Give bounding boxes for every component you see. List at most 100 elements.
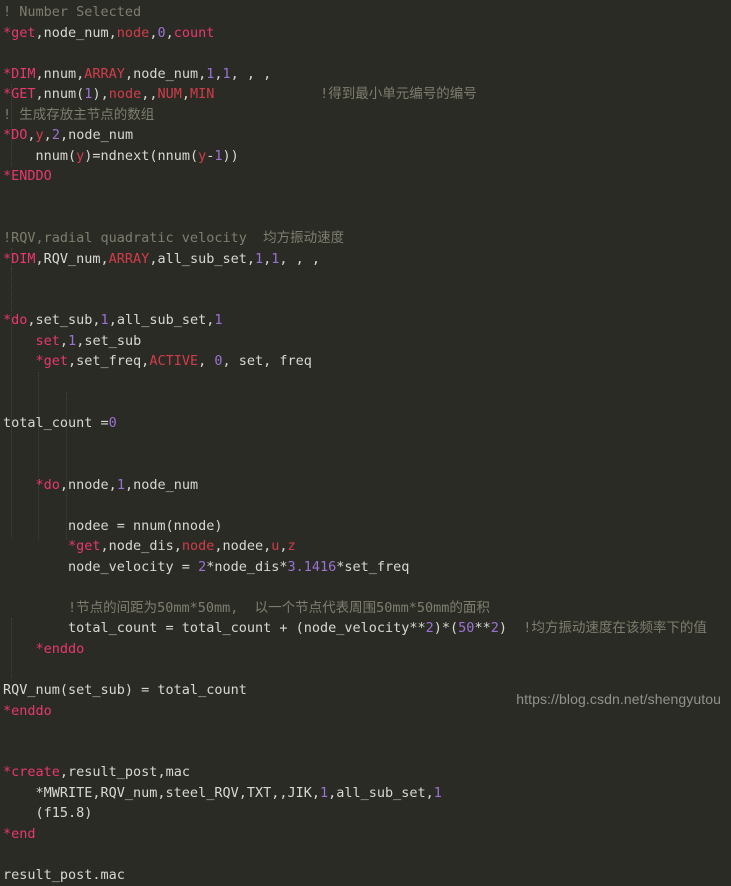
- code-line[interactable]: [3, 577, 731, 598]
- code-token-plain: ,: [214, 65, 223, 82]
- code-token-plain: nnum(: [3, 147, 77, 164]
- code-token-plain: ,node_num: [59, 127, 134, 144]
- code-line[interactable]: [3, 392, 731, 413]
- code-line[interactable]: !RQV,radial quadratic velocity 均方振动速度: [3, 228, 731, 249]
- code-token-cmd: count: [173, 24, 215, 41]
- code-token-cmd: *DO: [3, 127, 28, 144]
- code-token-num: 2: [51, 127, 60, 144]
- code-editor[interactable]: ! Number Selected *get,node_num,node,0,co…: [0, 0, 731, 883]
- code-token-cmd: *DIM: [3, 250, 36, 267]
- code-token-comment: !节点的间距为50mm*50mm, 以一个节点代表周围50mm*50mm的面积: [3, 599, 490, 616]
- code-line[interactable]: [3, 269, 731, 290]
- code-token-comment: ! Number Selected: [3, 4, 142, 20]
- code-token-plain: ,,: [141, 86, 158, 103]
- code-line[interactable]: [3, 372, 731, 393]
- code-token-plain: ,all_sub_set,: [108, 312, 215, 329]
- code-token-num: 1: [100, 312, 109, 329]
- code-line[interactable]: *enddo: [3, 639, 731, 660]
- code-line[interactable]: nnum(y)=ndnext(nnum(y-1)): [3, 146, 731, 167]
- code-line[interactable]: ! 生成存放主节点的数组: [3, 105, 731, 126]
- code-line[interactable]: *get,node_dis,node,nodee,u,z: [3, 536, 731, 557]
- code-line[interactable]: *DIM,nnum,ARRAY,node_num,1,1, , ,: [3, 64, 731, 85]
- code-token-cmd: *ENDDO: [3, 168, 52, 185]
- code-token-comment: !得到最小单元编号的编号: [320, 86, 477, 103]
- code-token-cmd: *end: [3, 825, 36, 842]
- code-line[interactable]: *do,nnode,1,node_num: [3, 475, 731, 496]
- code-line[interactable]: [3, 495, 731, 516]
- code-token-cmd: *do: [3, 312, 28, 329]
- code-token-num: 2: [490, 620, 499, 637]
- code-token-num: 0: [214, 353, 223, 370]
- code-line[interactable]: [3, 290, 731, 311]
- code-line[interactable]: *create,result_post,mac: [3, 762, 731, 783]
- code-line[interactable]: [3, 660, 731, 681]
- code-token-cmd: *GET: [3, 86, 36, 103]
- code-line[interactable]: node_velocity = 2*node_dis*3.1416*set_fr…: [3, 557, 731, 578]
- code-line[interactable]: ! Number Selected: [3, 2, 731, 23]
- code-token-plain: ,set_freq,: [68, 353, 150, 370]
- code-line[interactable]: *get,node_num,node,0,count: [3, 23, 731, 44]
- code-token-plain: )=ndnext(nnum(: [84, 147, 199, 164]
- code-line[interactable]: !节点的间距为50mm*50mm, 以一个节点代表周围50mm*50mm的面积: [3, 598, 731, 619]
- code-token-cmd: set: [3, 332, 60, 349]
- code-line[interactable]: [3, 742, 731, 763]
- code-token-kw: ARRAY: [108, 250, 150, 267]
- code-line[interactable]: *get,set_freq,ACTIVE, 0, set, freq: [3, 351, 731, 372]
- watermark-url: https://blog.csdn.net/shengyutou: [516, 691, 721, 707]
- code-line[interactable]: *DIM,RQV_num,ARRAY,all_sub_set,1,1, , ,: [3, 249, 731, 270]
- code-line[interactable]: *end: [3, 824, 731, 845]
- code-token-num: 1: [116, 476, 125, 493]
- code-token-plain: ,all_sub_set,: [328, 784, 434, 801]
- code-token-kw: NUM: [157, 86, 182, 103]
- code-line[interactable]: (f15.8): [3, 803, 731, 824]
- code-token-plain: **: [474, 620, 491, 637]
- code-token-plain: , set, freq: [222, 353, 312, 370]
- code-line[interactable]: [3, 43, 731, 64]
- code-line[interactable]: [3, 207, 731, 228]
- code-line[interactable]: [3, 844, 731, 865]
- code-token-plain: ,: [59, 332, 69, 349]
- code-line[interactable]: *GET,nnum(1),node,,NUM,MIN !得到最小单元编号的编号: [3, 84, 731, 105]
- code-token-plain: )): [222, 147, 239, 164]
- code-token-cmd: *get: [3, 353, 69, 370]
- code-token-plain: total_count = total_count + (node_veloci…: [3, 620, 426, 637]
- code-token-plain: ,: [43, 127, 52, 144]
- code-token-num: 1: [214, 312, 223, 329]
- code-line[interactable]: total_count = total_count + (node_veloci…: [3, 618, 731, 639]
- code-line[interactable]: total_count =0: [3, 413, 731, 434]
- code-token-comment: ! 生成存放主节点的数组: [3, 106, 155, 123]
- code-token-plain: ,set_sub,: [27, 312, 101, 329]
- code-line[interactable]: [3, 433, 731, 454]
- code-token-cmd: *get: [3, 24, 36, 41]
- code-token-plain: ,nnum(: [35, 86, 85, 103]
- code-token-plain: ,: [198, 353, 215, 370]
- code-line[interactable]: [3, 187, 731, 208]
- code-line[interactable]: [3, 454, 731, 475]
- code-token-plain: *node_dis*: [206, 558, 288, 575]
- code-line[interactable]: *do,set_sub,1,all_sub_set,1: [3, 310, 731, 331]
- code-token-cmd: *do: [3, 476, 60, 493]
- code-token-kw: y: [198, 147, 207, 164]
- code-token-plain: ,node_num,: [124, 65, 207, 82]
- code-content[interactable]: ! Number Selected *get,node_num,node,0,co…: [0, 0, 731, 886]
- code-token-kw: ARRAY: [84, 65, 125, 82]
- code-line[interactable]: *MWRITE,RQV_num,steel_RQV,TXT,,JIK,1,all…: [3, 783, 731, 804]
- code-token-plain: , , ,: [230, 65, 272, 82]
- code-token-num: 1: [254, 250, 264, 267]
- code-token-comment: !RQV,radial quadratic velocity 均方振动速度: [3, 230, 345, 247]
- code-token-comment: !均方振动速度在该频率下的值: [523, 620, 707, 637]
- code-line[interactable]: nodee = nnum(nnode): [3, 516, 731, 537]
- code-token-plain: ,nnum,: [35, 65, 85, 82]
- code-token-plain: ): [498, 620, 524, 637]
- code-line[interactable]: *ENDDO: [3, 166, 731, 187]
- code-line[interactable]: [3, 721, 731, 742]
- code-token-kw: z: [287, 538, 296, 555]
- code-token-plain: ,node_num: [124, 476, 199, 493]
- code-token-plain: ,: [279, 538, 288, 555]
- code-line[interactable]: result_post.mac: [3, 865, 731, 886]
- code-line[interactable]: *DO,y,2,node_num: [3, 125, 731, 146]
- code-token-plain: ,nnode,: [59, 476, 117, 493]
- code-token-kw: node: [116, 24, 150, 41]
- code-line[interactable]: set,1,set_sub: [3, 331, 731, 352]
